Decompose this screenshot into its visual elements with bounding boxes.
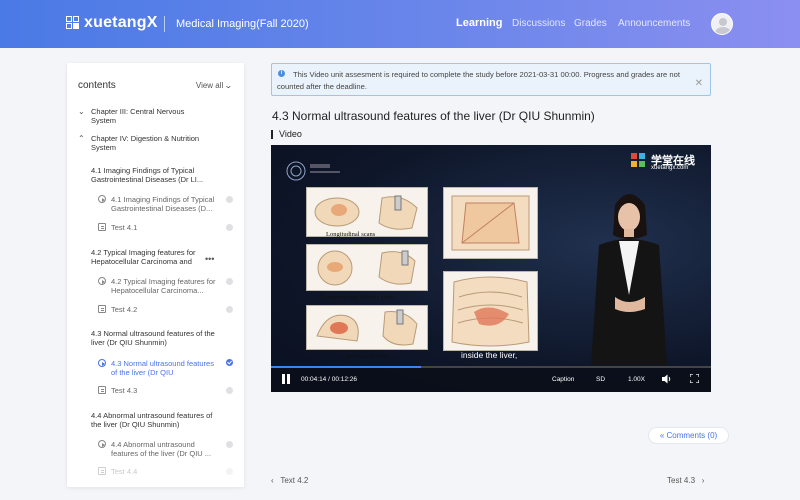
nav-announcements[interactable]: Announcements [618, 18, 690, 29]
liver-scan-illustration [316, 309, 418, 346]
fullscreen-icon[interactable] [690, 374, 699, 383]
section-4-4[interactable]: 4.4 Abnormal untrasound features of the … [91, 411, 216, 429]
lesson-4-4-video[interactable]: 4.4 Abnormal untrasound features of the … [111, 440, 223, 458]
header-divider [164, 16, 165, 32]
close-icon[interactable]: ✕ [695, 78, 703, 89]
section-4-2[interactable]: 4.2 Typical Imaging features for Hepatoc… [91, 248, 206, 266]
liver-scan-illustration [314, 195, 418, 230]
course-title[interactable]: Medical Imaging(Fall 2020) [176, 18, 309, 30]
sidebar-title: contents [78, 80, 116, 91]
slide-panel-intercostal [306, 305, 428, 350]
chevron-right-icon: › [701, 476, 705, 485]
video-section-label: Video [271, 130, 302, 139]
xuetangx-grid-icon [631, 153, 647, 169]
lesson-4-2-video[interactable]: 4.2 Typical Imaging features for Hepatoc… [111, 277, 223, 295]
comments-button[interactable]: « Comments (0) [648, 427, 729, 444]
status-dot [226, 387, 233, 394]
double-chevron-left-icon: « [659, 431, 665, 440]
quality-button[interactable]: SD [596, 376, 605, 383]
status-dot [226, 441, 233, 448]
status-dot [226, 196, 233, 203]
play-icon [98, 195, 106, 203]
completed-check-icon [226, 359, 233, 366]
lesson-4-1-video[interactable]: 4.1 Imaging Findings of Typical Gastroin… [111, 195, 223, 213]
caption-button[interactable]: Caption [552, 376, 574, 383]
video-subtitle: inside the liver, [461, 350, 518, 360]
status-dot [226, 468, 233, 475]
next-unit-link[interactable]: Test 4.3 › [667, 476, 704, 485]
slide-label-longitudinal: Longitudinal scans [326, 231, 376, 238]
document-icon [98, 223, 106, 231]
unit-title: 4.3 Normal ultrasound features of the li… [272, 109, 595, 123]
video-progress-bar[interactable] [271, 366, 711, 368]
view-all-label: View all [195, 81, 224, 90]
lecture-emblem-icon [286, 161, 340, 181]
play-icon [98, 277, 106, 285]
speed-button[interactable]: 1.00X [628, 376, 645, 383]
chapter-item-3[interactable]: Chapter III: Central Nervous System [91, 107, 211, 125]
document-icon [98, 305, 106, 313]
logo-text: xuetangX [84, 14, 158, 31]
status-dot [226, 278, 233, 285]
play-icon [98, 440, 106, 448]
slide-panel-ribcage [443, 271, 538, 351]
xuetangx-logo[interactable]: xuetangX [66, 14, 158, 32]
top-header: xuetangX Medical Imaging(Fall 2020) Lear… [0, 0, 800, 48]
presenter-figure [591, 194, 667, 365]
more-icon[interactable]: ••• [205, 254, 214, 264]
lesson-4-3-video[interactable]: 4.3 Normal ultrasound features of the li… [111, 359, 219, 377]
slide-panel-transverse [306, 244, 428, 291]
lesson-4-3-test[interactable]: Test 4.3 [111, 386, 227, 395]
nav-learning[interactable]: Learning [456, 17, 502, 29]
document-icon [98, 386, 106, 394]
user-avatar-icon[interactable] [711, 13, 733, 35]
notice-text: This Video unit assesment is required to… [277, 70, 680, 91]
video-time: 00:04:14 / 00:12:26 [301, 376, 358, 383]
status-dot [226, 224, 233, 231]
chevron-down-icon[interactable]: ⌄ [78, 107, 85, 116]
slide-label-intercostal: Intercostal scans [346, 353, 390, 360]
chapter-item-4[interactable]: Chapter IV: Digestion & Nutrition System [91, 134, 211, 152]
chevron-left-icon: ‹ [271, 476, 274, 485]
abdomen-diagram-illustration [451, 195, 530, 251]
deadline-notice: i This Video unit assesment is required … [271, 63, 711, 96]
liver-scan-illustration [317, 250, 416, 286]
prev-unit-label: Text 4.2 [280, 476, 309, 485]
slide-panel-abdomen [443, 187, 538, 259]
comments-label: Comments (0) [666, 431, 718, 440]
volume-icon[interactable] [661, 374, 672, 384]
logo-icon [66, 16, 80, 30]
slide-panel-longitudinal [306, 187, 428, 237]
next-unit-label: Test 4.3 [667, 476, 696, 485]
video-player[interactable]: 学堂在线 xuetangx.com Longitudinal scans Tra… [271, 145, 711, 392]
chevron-up-icon[interactable]: ⌃ [78, 134, 85, 143]
status-dot [226, 306, 233, 313]
ribcage-diagram-illustration [451, 276, 530, 347]
prev-unit-link[interactable]: ‹ Text 4.2 [271, 476, 308, 485]
lesson-4-4-test[interactable]: Test 4.4 [111, 467, 227, 476]
section-4-3[interactable]: 4.3 Normal ultrasound features of the li… [91, 329, 216, 347]
nav-discussions[interactable]: Discussions [512, 18, 565, 29]
document-icon [98, 467, 106, 475]
section-4-1[interactable]: 4.1 Imaging Findings of Typical Gastroin… [91, 166, 216, 184]
chevron-down-icon: ⌄ [224, 81, 234, 90]
slide-label-transverse: Transverse and oblique scans [319, 294, 396, 301]
lesson-4-1-test[interactable]: Test 4.1 [111, 223, 227, 232]
play-icon [98, 359, 106, 367]
nav-grades[interactable]: Grades [574, 18, 607, 29]
lesson-4-2-test[interactable]: Test 4.2 [111, 305, 227, 314]
pause-icon[interactable] [282, 374, 290, 384]
video-progress-fill [271, 366, 421, 368]
watermark-en: xuetangx.com [651, 165, 689, 171]
view-all-button[interactable]: View all⌄ [195, 81, 234, 90]
